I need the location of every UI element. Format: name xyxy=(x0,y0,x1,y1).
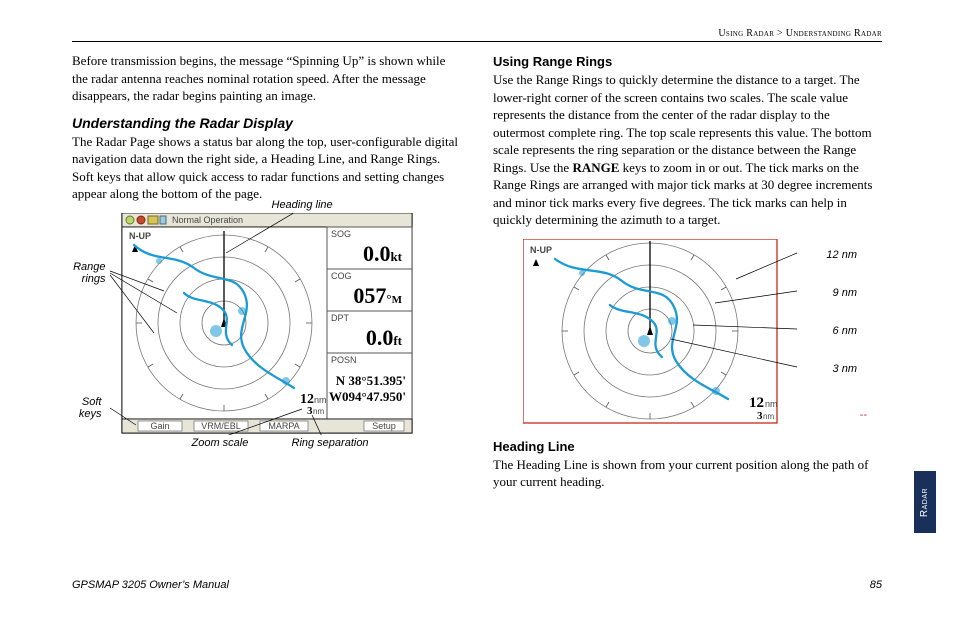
sog-label: SOG xyxy=(331,229,351,239)
annot-9nm: 9 nm xyxy=(833,287,857,299)
softkey-setup: Setup xyxy=(372,421,396,431)
posn-lat: N 38°51.395' xyxy=(335,373,405,388)
zoom-scale-unit: nm xyxy=(314,395,327,405)
annot-heading-line: Heading line xyxy=(272,199,333,211)
nup-label: N-UP xyxy=(129,231,151,241)
figure-radar-page: Heading line Range rings Soft keys Zoom … xyxy=(102,213,432,435)
breadcrumb-sep: > xyxy=(774,28,786,39)
dpt-label: DPT xyxy=(331,313,350,323)
annot-soft-keys: Soft keys xyxy=(64,396,102,420)
section-tab-radar: Radar xyxy=(914,471,936,533)
annot-range-rings: Range rings xyxy=(64,261,106,285)
annot-6nm: 6 nm xyxy=(833,325,857,337)
range-rings-svg: N-UP xyxy=(523,239,813,425)
annot-12nm: 12 nm xyxy=(826,249,857,261)
softkey-bar: Gain VRM/EBL MARPA Setup xyxy=(138,421,404,431)
breadcrumb-subsection: Understanding Radar xyxy=(786,28,882,39)
breadcrumb: Using Radar > Understanding Radar xyxy=(72,28,882,42)
figure-range-rings: 12 nm 9 nm 6 nm 3 nm -- N-UP xyxy=(523,239,853,425)
annot-dashes: -- xyxy=(860,409,867,421)
posn-label: POSN xyxy=(331,355,357,365)
ring-scale-unit: nm xyxy=(313,407,324,416)
range-keyword: RANGE xyxy=(572,160,619,175)
fig2-ring-unit: nm xyxy=(763,412,774,421)
softkey-marpa: MARPA xyxy=(268,421,299,431)
fig2-zoom-unit: nm xyxy=(765,399,778,409)
softkey-vrm: VRM/EBL xyxy=(201,421,241,431)
fig2-nup: N-UP xyxy=(530,245,552,255)
heading-range-rings: Using Range Rings xyxy=(493,54,882,69)
annot-3nm: 3 nm xyxy=(833,363,857,375)
radar-page-svg: Normal Operation N-UP xyxy=(102,213,432,435)
page-footer: GPSMAP 3205 Owner’s Manual 85 xyxy=(72,579,882,591)
para-range-rings: Use the Range Rings to quickly determine… xyxy=(493,71,882,229)
posn-lon: W094°47.950' xyxy=(328,389,405,404)
para-understanding: The Radar Page shows a status bar along … xyxy=(72,133,461,203)
footer-manual-title: GPSMAP 3205 Owner’s Manual xyxy=(72,579,229,591)
heading-heading-line: Heading Line xyxy=(493,439,882,454)
annot-ring-separation: Ring separation xyxy=(292,437,369,449)
intro-paragraph: Before transmission begins, the message … xyxy=(72,52,461,105)
footer-page-number: 85 xyxy=(870,579,882,591)
data-panels: SOG 0.0kt COG 057°M DPT 0.0ft POSN N 38°… xyxy=(327,227,412,419)
right-column: Using Range Rings Use the Range Rings to… xyxy=(493,52,882,501)
breadcrumb-section: Using Radar xyxy=(718,28,774,39)
section-tab-label: Radar xyxy=(920,487,931,516)
cog-label: COG xyxy=(331,271,352,281)
annot-zoom-scale: Zoom scale xyxy=(192,437,249,449)
softkey-gain: Gain xyxy=(150,421,169,431)
status-text: Normal Operation xyxy=(172,215,243,225)
para-heading-line: The Heading Line is shown from your curr… xyxy=(493,456,882,491)
heading-understanding: Understanding the Radar Display xyxy=(72,115,461,131)
left-column: Before transmission begins, the message … xyxy=(72,52,461,501)
fig2-zoom-value: 12 xyxy=(749,395,764,411)
